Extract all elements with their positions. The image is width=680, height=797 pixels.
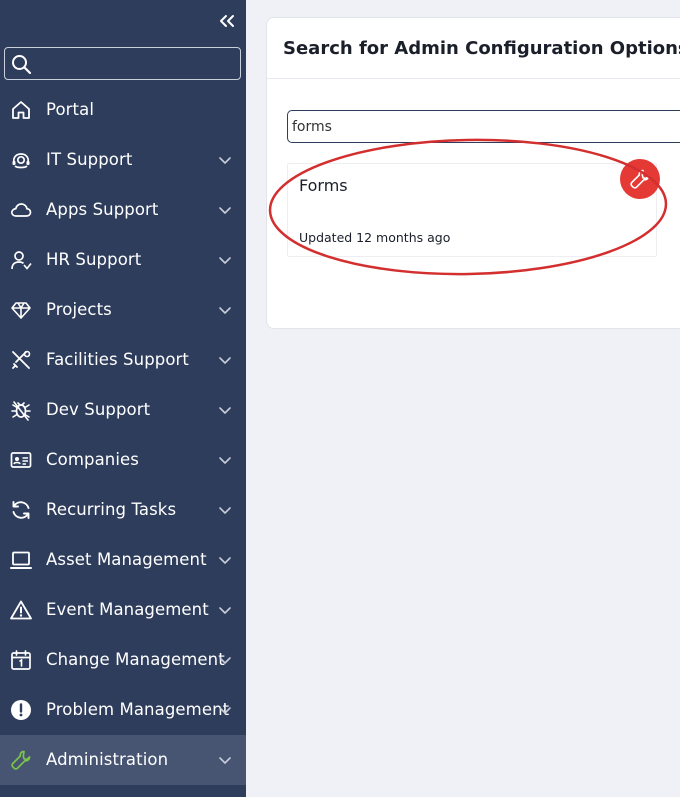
sidebar-item-dev-support[interactable]: Dev Support: [0, 385, 246, 435]
sidebar-item-companies[interactable]: Companies: [0, 435, 246, 485]
sidebar-item-facilities-support[interactable]: Facilities Support: [0, 335, 246, 385]
sidebar-nav: Portal IT Support Apps Support HR Suppor…: [0, 85, 246, 785]
sidebar-item-recurring-tasks[interactable]: Recurring Tasks: [0, 485, 246, 535]
chevron-down-icon[interactable]: [218, 153, 232, 167]
sidebar-item-administration[interactable]: Administration: [0, 735, 246, 785]
bug-icon: [10, 399, 32, 421]
sidebar-item-label: Asset Management: [46, 550, 207, 569]
tools-icon: [10, 349, 32, 371]
sidebar-item-label: Companies: [46, 450, 139, 469]
sidebar-item-label: Portal: [46, 100, 95, 119]
search-icon: [12, 55, 32, 75]
sidebar-item-label: Facilities Support: [46, 350, 189, 369]
exclamation-circle-icon: [10, 699, 32, 721]
sidebar-item-label: Problem Management: [46, 700, 230, 719]
sidebar-item-label: Apps Support: [46, 200, 159, 219]
result-title: Forms: [299, 176, 348, 195]
sidebar-item-portal[interactable]: Portal: [0, 85, 246, 135]
id-card-icon: [10, 449, 32, 471]
sidebar-item-it-support[interactable]: IT Support: [0, 135, 246, 185]
sidebar-item-label: HR Support: [46, 250, 142, 269]
sidebar-item-label: Recurring Tasks: [46, 500, 177, 519]
refresh-icon: [10, 499, 32, 521]
cloud-icon: [10, 199, 32, 221]
sidebar-item-apps-support[interactable]: Apps Support: [0, 185, 246, 235]
calendar-icon: [10, 649, 32, 671]
sidebar-search[interactable]: [4, 47, 241, 80]
config-search[interactable]: [287, 110, 680, 143]
chevron-down-icon[interactable]: [218, 453, 232, 467]
sidebar-search-input[interactable]: [35, 52, 235, 76]
chevron-down-icon[interactable]: [218, 553, 232, 567]
wrench-icon: [10, 749, 32, 771]
sidebar-item-event-management[interactable]: Event Management: [0, 585, 246, 635]
chevron-down-icon[interactable]: [218, 403, 232, 417]
sidebar-item-hr-support[interactable]: HR Support: [0, 235, 246, 285]
chevron-down-icon[interactable]: [218, 353, 232, 367]
chevron-down-icon[interactable]: [218, 703, 232, 717]
laptop-icon: [10, 549, 32, 571]
result-card[interactable]: Forms Updated 12 months ago: [287, 163, 657, 257]
sidebar-item-label: IT Support: [46, 150, 133, 169]
sidebar-item-label: Projects: [46, 300, 112, 319]
sidebar-item-problem-management[interactable]: Problem Management: [0, 685, 246, 735]
sidebar-item-projects[interactable]: Projects: [0, 285, 246, 335]
sidebar-item-asset-management[interactable]: Asset Management: [0, 535, 246, 585]
chevron-down-icon[interactable]: [218, 603, 232, 617]
wrench-icon: [620, 159, 660, 199]
user-icon: [10, 249, 32, 271]
chevron-down-icon[interactable]: [218, 203, 232, 217]
sidebar-item-change-management[interactable]: Change Management: [0, 635, 246, 685]
chevron-down-icon[interactable]: [218, 503, 232, 517]
admin-config-panel: Search for Admin Configuration Options F…: [266, 17, 680, 329]
sidebar-item-label: Administration: [46, 750, 169, 769]
page-title: Search for Admin Configuration Options: [283, 38, 680, 59]
chevron-down-icon[interactable]: [218, 653, 232, 667]
warning-icon: [10, 599, 32, 621]
it-support-icon: [10, 149, 32, 171]
result-updated: Updated 12 months ago: [299, 230, 451, 245]
chevron-down-icon[interactable]: [218, 253, 232, 267]
sidebar: Portal IT Support Apps Support HR Suppor…: [0, 0, 246, 797]
sidebar-item-label: Event Management: [46, 600, 209, 619]
home-icon: [10, 99, 32, 121]
sidebar-item-label: Change Management: [46, 650, 225, 669]
chevron-down-icon[interactable]: [218, 303, 232, 317]
sidebar-item-label: Dev Support: [46, 400, 151, 419]
config-search-input[interactable]: [292, 115, 680, 139]
diamond-icon: [10, 299, 32, 321]
divider: [267, 78, 680, 79]
collapse-sidebar-icon[interactable]: [216, 10, 238, 32]
chevron-down-icon[interactable]: [218, 753, 232, 767]
